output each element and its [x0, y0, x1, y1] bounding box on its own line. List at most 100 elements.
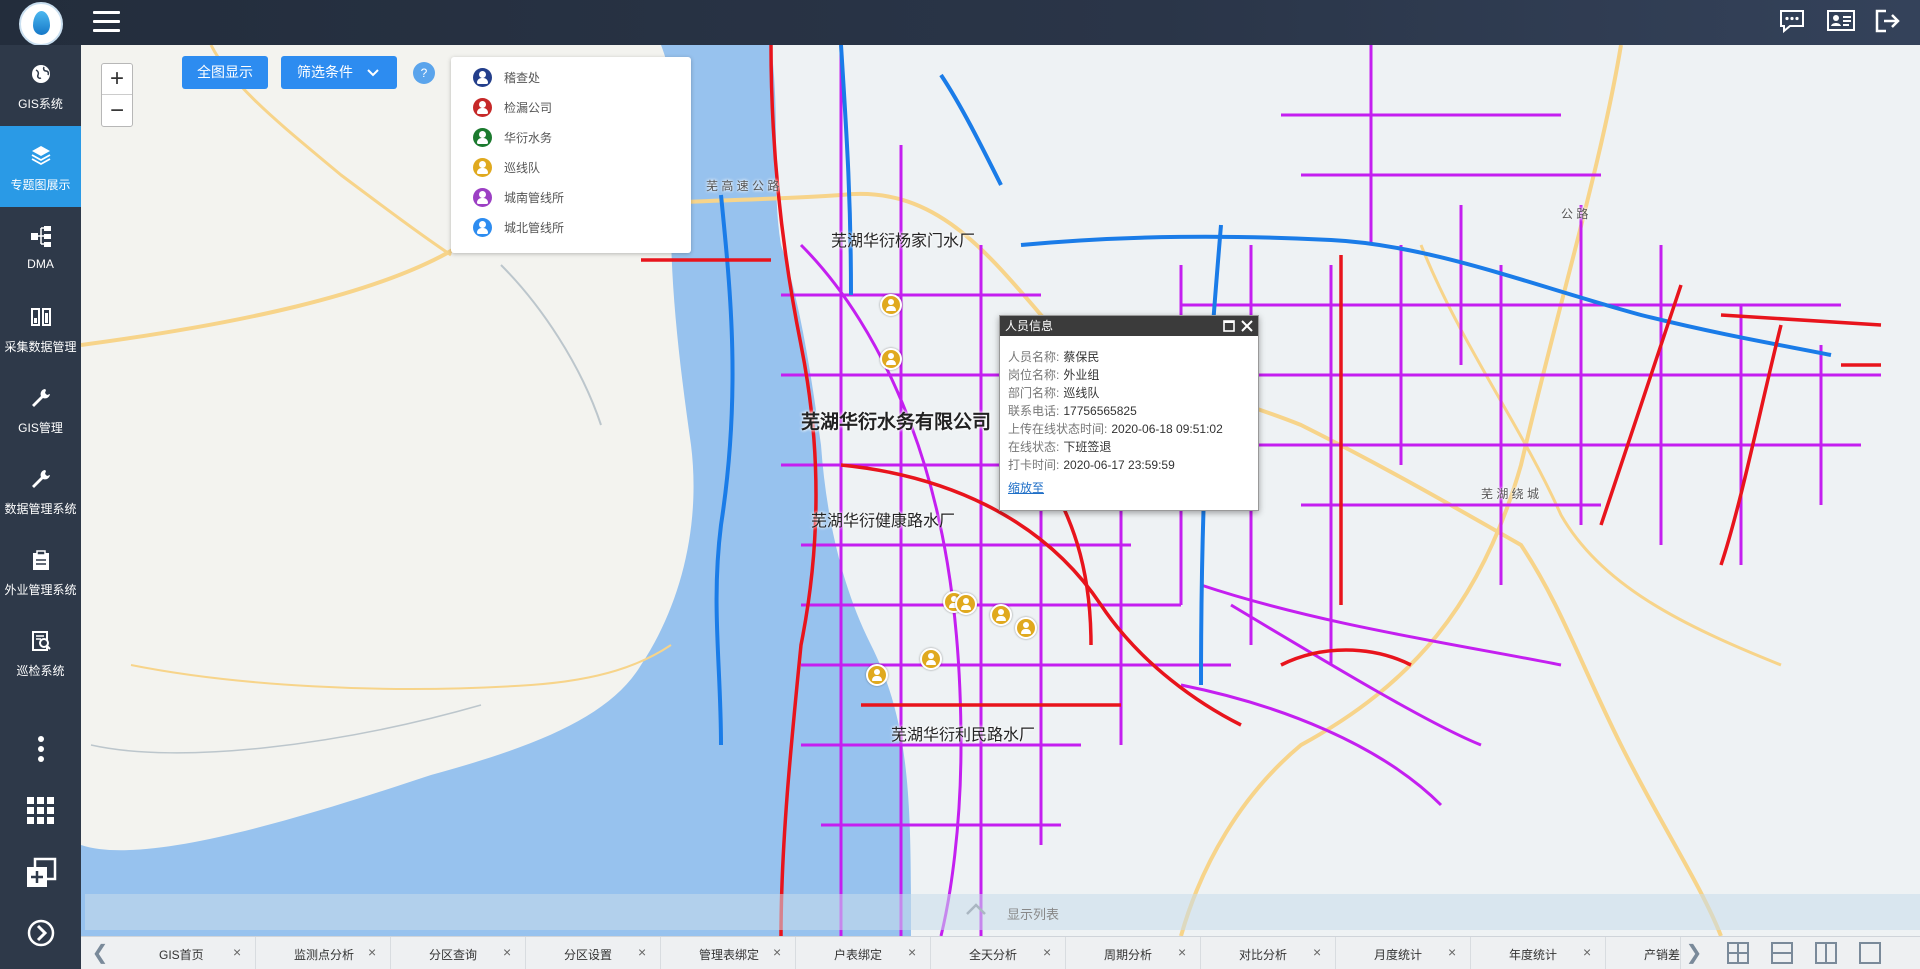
legend-item[interactable]: 城北管线所 [473, 216, 564, 238]
legend-item[interactable]: 城南管线所 [473, 186, 564, 208]
help-icon[interactable]: ? [413, 62, 435, 84]
close-icon[interactable]: × [1313, 944, 1321, 960]
sidebar-item-label: DMA [27, 257, 54, 271]
tab-item[interactable]: 周期分析 × [1066, 937, 1201, 969]
filter-button-label: 筛选条件 [297, 64, 353, 80]
tab-item[interactable]: 月度统计 × [1336, 937, 1471, 969]
data-collect-icon [31, 308, 51, 326]
close-icon[interactable] [1240, 319, 1254, 333]
layout-vertical-split-icon[interactable] [1815, 942, 1837, 964]
legend-label: 城南管线所 [504, 190, 565, 205]
layers-icon [31, 146, 51, 166]
tab-item[interactable]: 分区设置 × [526, 937, 661, 969]
logout-icon[interactable] [1874, 8, 1902, 34]
map-label-plant: 芜湖华衍杨家门水厂 [831, 233, 976, 250]
person-marker-icon[interactable] [920, 648, 942, 670]
tab-item[interactable]: 年度统计 × [1471, 937, 1606, 969]
more-vertical-icon[interactable] [25, 733, 57, 765]
popup-row: 上传在线状态时间: 2020-06-18 09:51:02 [1008, 420, 1223, 437]
person-marker-icon[interactable] [1015, 617, 1037, 639]
close-icon[interactable]: × [1448, 944, 1456, 960]
tab-item[interactable]: 管理表绑定 × [661, 937, 796, 969]
sidebar: GIS系统 专题图展示 DMA 采集数据管理 GIS管理 数据管理系统 外业管理… [0, 45, 81, 969]
tab-item[interactable]: GIS首页 × [121, 937, 256, 969]
zoom-to-link[interactable]: 缩放至 [1008, 479, 1044, 496]
legend-item[interactable]: 稽查处 [473, 66, 540, 88]
sidebar-item-label: 巡检系统 [16, 664, 65, 678]
person-marker-icon[interactable] [955, 593, 977, 615]
field-value: 17756565825 [1063, 404, 1137, 418]
legend-item[interactable]: 华衍水务 [473, 126, 552, 148]
person-marker-icon [473, 97, 492, 117]
chat-icon[interactable] [1778, 8, 1806, 34]
close-icon[interactable]: × [233, 944, 241, 960]
layout-single-icon[interactable] [1859, 942, 1881, 964]
layout-horizontal-split-icon[interactable] [1771, 942, 1793, 964]
tab-item[interactable]: 户表绑定 × [796, 937, 931, 969]
field-value: 2020-06-18 09:51:02 [1111, 422, 1223, 436]
close-icon[interactable]: × [773, 944, 781, 960]
tab-prev-arrow[interactable]: ❮ [91, 941, 109, 965]
tab-next-arrow[interactable]: ❯ [1685, 941, 1703, 965]
popup-row: 部门名称: 巡线队 [1008, 384, 1099, 401]
hamburger-menu-icon[interactable] [93, 11, 120, 33]
apps-grid-icon[interactable] [25, 795, 57, 827]
tab-label: 分区设置 [564, 948, 613, 962]
close-icon[interactable]: × [1043, 944, 1051, 960]
person-marker-icon [473, 187, 492, 207]
sidebar-item-gis-management[interactable]: GIS管理 [0, 369, 81, 450]
close-icon[interactable]: × [368, 944, 376, 960]
show-list-toggle[interactable]: 显示列表 [85, 894, 1920, 930]
tab-item[interactable]: 分区查询 × [391, 937, 526, 969]
legend-item[interactable]: 巡线队 [473, 156, 540, 178]
tab-item[interactable]: 对比分析 × [1201, 937, 1336, 969]
clipboard-icon [33, 550, 49, 570]
legend-label: 城北管线所 [504, 220, 565, 235]
field-key: 上传在线状态时间: [1008, 422, 1108, 436]
field-key: 人员名称: [1008, 350, 1060, 364]
sidebar-item-inspection[interactable]: 巡检系统 [0, 612, 81, 693]
map-label-road: 芜 湖 绕 城 [1481, 487, 1540, 501]
popup-title: 人员信息 [1005, 319, 1054, 333]
close-icon[interactable]: × [908, 944, 916, 960]
tab-bar: ❮ GIS首页 × 监测点分析 × 分区查询 × 分区设置 × 管理表绑定 × 户表绑定 × 全天分析 ×… [81, 936, 1920, 969]
person-marker-icon[interactable] [990, 604, 1012, 626]
chevron-down-icon [367, 69, 379, 77]
layout-quad-icon[interactable] [1727, 942, 1749, 964]
add-window-icon[interactable] [25, 857, 57, 889]
popup-header: 人员信息 [1000, 316, 1258, 336]
person-marker-icon[interactable] [866, 664, 888, 686]
tab-item[interactable]: 产销差 [1606, 937, 1681, 969]
person-marker-icon[interactable] [880, 294, 902, 316]
legend-panel: 稽查处 检漏公司 华衍水务 巡线队 城南管线所 城北管线所 [451, 57, 691, 253]
id-card-icon[interactable] [1826, 8, 1855, 34]
close-icon[interactable]: × [503, 944, 511, 960]
zoom-out-button[interactable]: − [102, 96, 132, 127]
tab-item[interactable]: 监测点分析 × [256, 937, 391, 969]
sidebar-item-data-collection[interactable]: 采集数据管理 [0, 288, 81, 369]
sidebar-item-dma[interactable]: DMA [0, 207, 81, 288]
sidebar-item-label: 外业管理系统 [4, 583, 77, 597]
maximize-icon[interactable] [1222, 319, 1236, 333]
filter-button[interactable]: 筛选条件 [281, 56, 397, 89]
sidebar-item-field-management[interactable]: 外业管理系统 [0, 531, 81, 612]
arrow-circle-right-icon[interactable] [25, 917, 57, 949]
tab-item[interactable]: 全天分析 × [931, 937, 1066, 969]
sidebar-item-thematic-map[interactable]: 专题图展示 [0, 126, 81, 207]
close-icon[interactable]: × [638, 944, 646, 960]
close-icon[interactable]: × [1178, 944, 1186, 960]
sidebar-item-data-management[interactable]: 数据管理系统 [0, 450, 81, 531]
map-label-road: 公 路 [1561, 207, 1589, 221]
close-icon[interactable]: × [1583, 944, 1591, 960]
full-view-button[interactable]: 全图显示 [182, 56, 268, 89]
legend-item[interactable]: 检漏公司 [473, 96, 552, 118]
legend-label: 检漏公司 [504, 100, 553, 115]
network-icon [31, 226, 51, 247]
sidebar-item-gis-system[interactable]: GIS系统 [0, 45, 81, 126]
tab-label: 户表绑定 [834, 948, 883, 962]
zoom-in-button[interactable]: + [102, 64, 132, 95]
field-value: 巡线队 [1063, 386, 1100, 400]
tab-label: GIS首页 [159, 948, 204, 962]
tab-label: 管理表绑定 [699, 948, 760, 962]
person-marker-icon[interactable] [880, 348, 902, 370]
